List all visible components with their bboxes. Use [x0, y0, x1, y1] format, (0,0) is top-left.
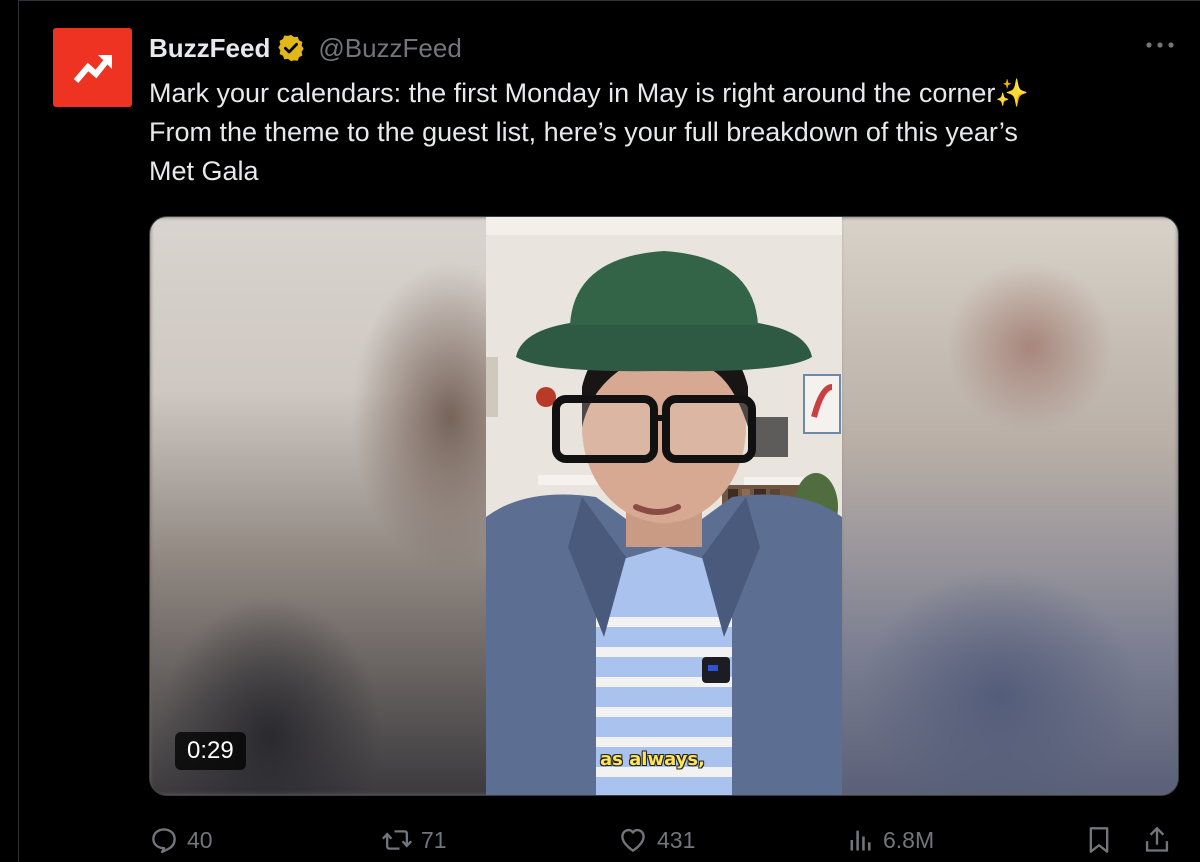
author-row: BuzzFeed @BuzzFeed [149, 32, 462, 64]
repost-button[interactable]: 71 [381, 822, 447, 858]
repost-icon [381, 830, 413, 850]
views-count: 6.8M [883, 826, 935, 853]
video-player[interactable]: 0:29 as always, [149, 216, 1179, 796]
bookmark-button[interactable] [1085, 822, 1113, 858]
avatar[interactable] [53, 28, 132, 107]
video-duration-badge: 0:29 [175, 732, 246, 770]
like-button[interactable]: 431 [617, 822, 695, 858]
display-name[interactable]: BuzzFeed [149, 32, 270, 64]
buzzfeed-trending-arrow-icon [73, 54, 112, 83]
views-button[interactable]: 6.8M [847, 822, 934, 858]
reply-button[interactable]: 40 [149, 822, 213, 858]
verified-badge-icon[interactable] [276, 33, 306, 63]
video-caption: as always, [600, 749, 705, 770]
reply-icon [152, 828, 176, 854]
author-handle[interactable]: @BuzzFeed [318, 32, 461, 64]
video-blur-background-left [150, 217, 490, 795]
video-person-illustration [486, 217, 842, 795]
views-bar-chart-icon [850, 830, 871, 851]
heart-icon [621, 828, 645, 852]
tweet-actions: 40 71 431 6.8M [149, 818, 1179, 862]
share-icon [1145, 826, 1169, 852]
repost-count: 71 [421, 826, 447, 853]
more-options-button[interactable] [1140, 30, 1180, 60]
like-count: 431 [657, 826, 696, 853]
video-frame [486, 217, 842, 795]
bookmark-icon [1089, 827, 1109, 853]
video-blur-background-right [840, 217, 1178, 795]
more-horizontal-icon [1146, 42, 1174, 48]
tweet-text: Mark your calendars: the first Monday in… [149, 78, 1029, 186]
share-button[interactable] [1143, 822, 1171, 858]
reply-count: 40 [187, 826, 213, 853]
